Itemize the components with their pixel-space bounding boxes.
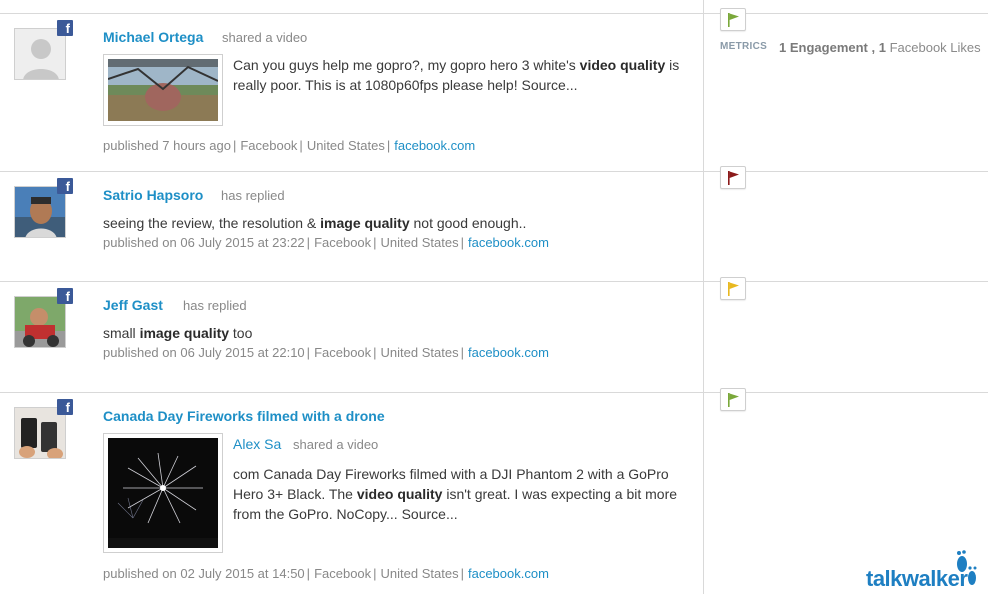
user-photo — [15, 187, 65, 237]
post-meta: published on 06 July 2015 at 22:10 | Faceb… — [103, 345, 549, 360]
post-meta: published on 06 July 2015 at 23:22 | Faceb… — [103, 235, 549, 250]
source-link[interactable]: facebook.com — [468, 566, 549, 581]
logo-text: talkwalker — [866, 566, 968, 591]
post-meta: published on 02 July 2015 at 14:50 | Faceb… — [103, 566, 549, 581]
default-user-icon — [15, 29, 65, 79]
row-divider — [0, 281, 988, 282]
post-text: small image quality too — [103, 325, 253, 341]
facebook-icon: f — [57, 288, 73, 304]
post-title-link[interactable]: Canada Day Fireworks filmed with a drone — [103, 408, 385, 424]
flag-button[interactable] — [720, 277, 746, 300]
column-divider — [703, 0, 704, 594]
talkwalker-logo: talkwalker — [866, 548, 984, 594]
metrics-label: METRICS — [720, 41, 768, 52]
flag-button[interactable] — [720, 388, 746, 411]
user-photo — [15, 408, 65, 458]
source-link[interactable]: facebook.com — [394, 138, 475, 153]
metrics-values: 1 Engagement , 1 Facebook Likes — [779, 40, 981, 55]
flag-icon — [728, 393, 739, 407]
author-link[interactable]: Satrio Hapsoro — [103, 187, 203, 203]
source-link[interactable]: facebook.com — [468, 235, 549, 250]
facebook-icon: f — [57, 178, 73, 194]
post-text: seeing the review, the resolution & imag… — [103, 215, 527, 231]
post-action: has replied — [221, 188, 285, 203]
facebook-icon: f — [57, 399, 73, 415]
flag-button[interactable] — [720, 166, 746, 189]
author-link[interactable]: Michael Ortega — [103, 29, 203, 45]
video-preview-image — [108, 59, 218, 121]
row-divider — [0, 392, 988, 393]
post-action: shared a video — [222, 30, 308, 45]
video-thumbnail[interactable] — [103, 54, 223, 126]
top-divider — [0, 13, 988, 14]
post-action: shared a video — [293, 437, 379, 452]
facebook-icon: f — [57, 20, 73, 36]
post-action: has replied — [183, 298, 247, 313]
flag-button[interactable] — [720, 8, 746, 31]
post-text: com Canada Day Fireworks filmed with a D… — [233, 466, 678, 522]
author-link[interactable]: Jeff Gast — [103, 297, 163, 313]
flag-icon — [728, 282, 739, 296]
post-text: Can you guys help me gopro?, my gopro he… — [233, 57, 680, 93]
post-meta: published 7 hours ago | Facebook | United St… — [103, 138, 476, 153]
flag-icon — [728, 13, 739, 27]
row-divider — [0, 171, 988, 172]
source-link[interactable]: facebook.com — [468, 345, 549, 360]
flag-icon — [728, 171, 739, 185]
video-thumbnail[interactable] — [103, 433, 223, 553]
video-preview-image — [108, 438, 218, 548]
user-photo — [15, 297, 65, 347]
shared-author-link[interactable]: Alex Sa — [233, 436, 281, 452]
